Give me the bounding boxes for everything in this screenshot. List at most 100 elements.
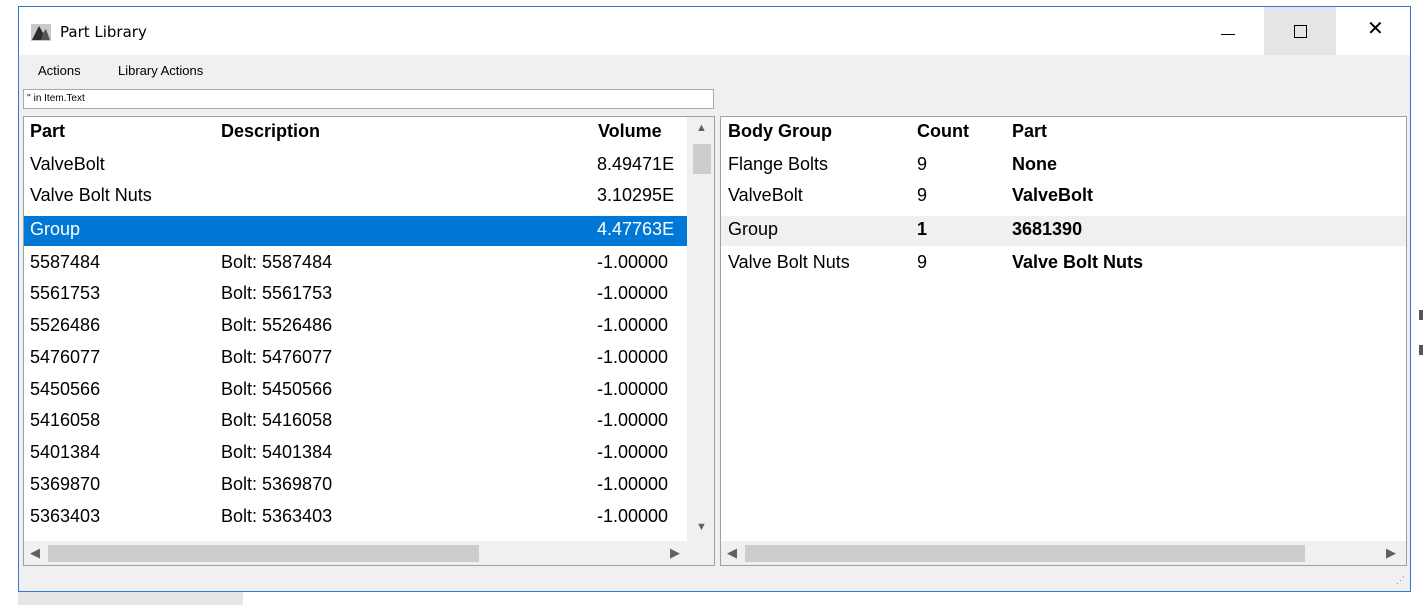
horizontal-scroll-thumb[interactable] xyxy=(48,545,479,562)
background-edge-mark xyxy=(1419,310,1423,320)
description-cell: Bolt: 5363403 xyxy=(221,506,333,526)
status-bar: ⋰ xyxy=(19,570,1410,592)
volume-cell: 3.10295E xyxy=(597,185,675,205)
part-cell: 5369870 xyxy=(30,474,101,494)
scroll-right-icon[interactable]: ▶ xyxy=(670,545,680,561)
description-cell: Bolt: 5450566 xyxy=(221,379,333,399)
table-row[interactable]: ValveBolt 9 ValveBolt xyxy=(721,181,1406,212)
volume-cell: -1.00000 xyxy=(597,410,669,430)
table-row[interactable]: 5363403 Bolt: 5363403 -1.00000 xyxy=(24,502,714,533)
volume-cell: -1.00000 xyxy=(597,506,669,526)
table-row[interactable]: 5526486 Bolt: 5526486 -1.00000 xyxy=(24,311,714,342)
description-cell: Bolt: 5587484 xyxy=(221,252,333,272)
background-window-strip xyxy=(18,592,243,605)
table-row[interactable]: 5401384 Bolt: 5401384 -1.00000 xyxy=(24,438,714,469)
count-cell: 9 xyxy=(917,154,928,174)
count-cell: 1 xyxy=(917,219,928,239)
column-header-volume[interactable]: Volume xyxy=(598,121,662,142)
window-title: Part Library xyxy=(60,23,147,41)
minimize-icon xyxy=(1221,34,1235,35)
table-row[interactable]: Valve Bolt Nuts 9 Valve Bolt Nuts xyxy=(721,248,1406,279)
close-icon: ✕ xyxy=(1367,18,1384,40)
menu-actions[interactable]: Actions xyxy=(38,63,81,78)
part-cell: 5587484 xyxy=(30,252,101,272)
table-row[interactable]: 5476077 Bolt: 5476077 -1.00000 xyxy=(24,343,714,374)
table-row[interactable]: 5416058 Bolt: 5416058 -1.00000 xyxy=(24,406,714,437)
count-cell: 9 xyxy=(917,185,928,205)
part-cell: 5476077 xyxy=(30,347,101,367)
part-cell: 5450566 xyxy=(30,379,101,399)
column-header-part[interactable]: Part xyxy=(1012,121,1047,142)
table-row[interactable]: Valve Bolt Nuts 3.10295E xyxy=(24,181,714,212)
table-row[interactable]: 5587484 Bolt: 5587484 -1.00000 xyxy=(24,248,714,279)
description-cell: Bolt: 5526486 xyxy=(221,315,333,335)
table-row[interactable]: 5561753 Bolt: 5561753 -1.00000 xyxy=(24,279,714,310)
volume-cell: -1.00000 xyxy=(597,442,669,462)
vertical-scrollbar[interactable]: ▲ ▼ xyxy=(687,117,714,541)
count-cell: 9 xyxy=(917,252,928,272)
volume-cell: -1.00000 xyxy=(597,283,669,303)
table-row[interactable]: 5450566 Bolt: 5450566 -1.00000 xyxy=(24,375,714,406)
maximize-button[interactable] xyxy=(1264,7,1336,55)
part-cell: Valve Bolt Nuts xyxy=(30,185,152,205)
table-row[interactable]: 5369870 Bolt: 5369870 -1.00000 xyxy=(24,470,714,501)
body-group-cell: Flange Bolts xyxy=(728,154,829,174)
column-header-part[interactable]: Part xyxy=(30,121,65,142)
menu-library-actions[interactable]: Library Actions xyxy=(118,63,203,78)
description-cell: Bolt: 5401384 xyxy=(221,442,333,462)
part-cell: Valve Bolt Nuts xyxy=(1012,252,1144,272)
part-library-window: Part Library ✕ Actions Library Actions '… xyxy=(18,6,1411,592)
scroll-up-icon[interactable]: ▲ xyxy=(696,122,707,134)
part-cell: 5416058 xyxy=(30,410,101,430)
volume-cell: -1.00000 xyxy=(597,379,669,399)
maximize-icon xyxy=(1294,25,1307,38)
scroll-left-icon[interactable]: ◀ xyxy=(30,545,40,561)
table-row-highlighted[interactable]: Group 1 3681390 xyxy=(721,216,1406,246)
column-header-description[interactable]: Description xyxy=(221,121,320,142)
horizontal-scrollbar[interactable]: ◀ ▶ xyxy=(721,541,1406,565)
description-cell: Bolt: 5416058 xyxy=(221,410,333,430)
part-cell: 5363403 xyxy=(30,506,101,526)
part-library-icon xyxy=(31,24,51,41)
volume-cell: 4.47763E xyxy=(597,219,675,239)
background-edge-mark xyxy=(1419,345,1423,355)
table-row[interactable]: ValveBolt 8.49471E xyxy=(24,150,714,181)
part-cell: 5401384 xyxy=(30,442,101,462)
title-bar[interactable]: Part Library ✕ xyxy=(19,7,1410,55)
body-group-cell: Group xyxy=(728,219,779,239)
close-button[interactable]: ✕ xyxy=(1339,7,1411,55)
scroll-down-icon[interactable]: ▼ xyxy=(696,521,707,533)
description-cell: Bolt: 5561753 xyxy=(221,283,333,303)
part-cell: None xyxy=(1012,154,1057,174)
body-group-cell: ValveBolt xyxy=(728,185,803,205)
volume-cell: -1.00000 xyxy=(597,474,669,494)
vertical-scroll-thumb[interactable] xyxy=(693,144,711,174)
menu-bar: Actions Library Actions xyxy=(19,59,1410,83)
volume-cell: -1.00000 xyxy=(597,315,669,335)
horizontal-scroll-thumb[interactable] xyxy=(745,545,1305,562)
part-cell: 5561753 xyxy=(30,283,101,303)
column-header-count[interactable]: Count xyxy=(917,121,969,142)
part-cell: Group xyxy=(30,219,81,239)
minimize-button[interactable] xyxy=(1192,7,1264,55)
volume-cell: 8.49471E xyxy=(597,154,675,174)
parts-list: Part Description Volume ValveBolt 8.4947… xyxy=(23,116,715,566)
description-cell: Bolt: 5369870 xyxy=(221,474,333,494)
table-row-selected[interactable]: Group 4.47763E xyxy=(24,216,714,246)
volume-cell: -1.00000 xyxy=(597,347,669,367)
body-groups-list: Body Group Count Part Flange Bolts 9 Non… xyxy=(720,116,1407,566)
part-cell: 3681390 xyxy=(1012,219,1083,239)
resize-grip-icon[interactable]: ⋰ xyxy=(1396,575,1405,586)
filter-input[interactable]: '' in Item.Text xyxy=(23,89,714,109)
part-cell: ValveBolt xyxy=(30,154,105,174)
scroll-right-icon[interactable]: ▶ xyxy=(1386,545,1396,561)
horizontal-scrollbar[interactable]: ◀ ▶ xyxy=(24,541,714,565)
column-header-body-group[interactable]: Body Group xyxy=(728,121,832,142)
table-row[interactable]: Flange Bolts 9 None xyxy=(721,150,1406,181)
body-group-cell: Valve Bolt Nuts xyxy=(728,252,850,272)
volume-cell: -1.00000 xyxy=(597,252,669,272)
part-cell: 5526486 xyxy=(30,315,101,335)
part-cell: ValveBolt xyxy=(1012,185,1094,205)
description-cell: Bolt: 5476077 xyxy=(221,347,333,367)
scroll-left-icon[interactable]: ◀ xyxy=(727,545,737,561)
